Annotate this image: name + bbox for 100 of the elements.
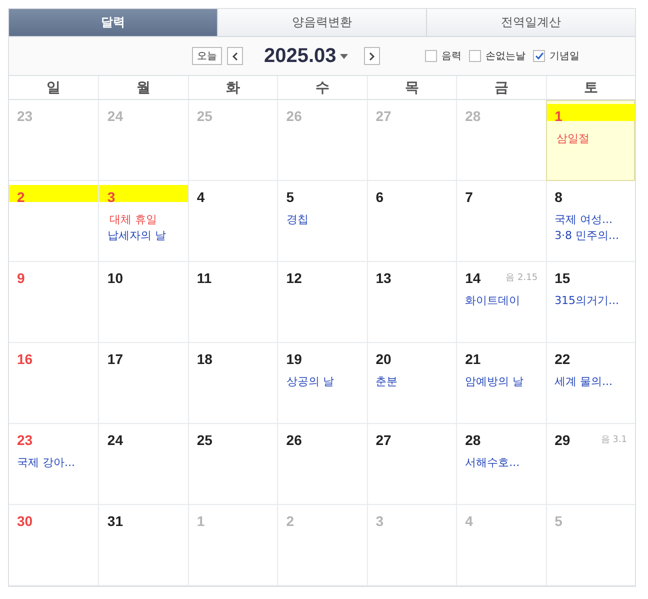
tab[interactable]: 달력 bbox=[9, 9, 217, 37]
event-label[interactable]: 납세자의 날 bbox=[107, 228, 188, 243]
day-number: 3 bbox=[376, 513, 384, 529]
checkbox[interactable] bbox=[469, 50, 482, 62]
day-cell[interactable]: 9 bbox=[9, 262, 98, 343]
option-label: 음력 bbox=[441, 50, 462, 63]
day-number: 4 bbox=[196, 189, 205, 205]
day-number: 23 bbox=[17, 432, 33, 448]
day-cell[interactable]: 18 bbox=[188, 343, 278, 424]
day-cell[interactable]: 20 춘분 bbox=[366, 343, 456, 424]
day-number: 13 bbox=[376, 270, 392, 286]
day-number: 25 bbox=[196, 108, 212, 124]
day-number: 4 bbox=[465, 513, 473, 529]
day-cell[interactable]: 16 bbox=[9, 343, 98, 424]
day-number: 11 bbox=[196, 270, 212, 286]
day-number: 9 bbox=[17, 270, 25, 286]
day-cell[interactable]: 10 bbox=[98, 262, 188, 343]
day-number: 1 bbox=[554, 108, 562, 124]
day-number: 22 bbox=[554, 351, 570, 367]
day-number: 17 bbox=[107, 351, 123, 367]
event-label[interactable]: 315의거기... bbox=[554, 293, 635, 308]
day-cell[interactable]: 7 bbox=[456, 181, 546, 262]
event-label[interactable]: 서해수호... bbox=[465, 455, 546, 470]
day-number: 28 bbox=[465, 432, 481, 448]
day-number: 10 bbox=[107, 270, 123, 286]
day-number: 20 bbox=[376, 351, 392, 367]
day-cell[interactable]: 8 국제 여성... 3·8 민주의... bbox=[546, 181, 635, 262]
day-number: 15 bbox=[554, 270, 570, 286]
event-label[interactable]: 3·8 민주의... bbox=[554, 228, 635, 243]
check-icon bbox=[534, 52, 544, 60]
day-number: 8 bbox=[554, 189, 562, 205]
day-cell[interactable]: 26 bbox=[277, 424, 367, 505]
lunar-date: 음 3.1 bbox=[600, 434, 627, 446]
day-cell[interactable]: 19 상공의 날 bbox=[277, 343, 367, 424]
day-number: 1 bbox=[196, 513, 205, 529]
day-cell[interactable]: 31 bbox=[98, 505, 188, 586]
event-label[interactable]: 삼일절 bbox=[554, 131, 635, 146]
day-number: 16 bbox=[17, 351, 33, 367]
event-label[interactable]: 상공의 날 bbox=[286, 374, 367, 389]
prev-button[interactable] bbox=[227, 47, 243, 65]
day-number: 14 bbox=[465, 270, 481, 286]
day-number: 24 bbox=[107, 108, 123, 124]
day-number: 5 bbox=[554, 513, 562, 529]
tab[interactable]: 양음력변환 bbox=[217, 9, 426, 37]
event-label[interactable]: 세계 물의... bbox=[554, 374, 635, 389]
day-cell[interactable]: 5 경칩 bbox=[277, 181, 367, 262]
caret-icon[interactable] bbox=[340, 54, 348, 58]
today-button[interactable]: 오늘 bbox=[192, 47, 222, 65]
day-cell[interactable]: 29 음 3.1 bbox=[546, 424, 635, 505]
day-cell[interactable]: 14 음 2.15 화이트데이 bbox=[456, 262, 546, 343]
day-number: 30 bbox=[17, 513, 33, 529]
day-cell[interactable]: 27 bbox=[366, 424, 456, 505]
day-number: 23 bbox=[17, 108, 33, 124]
day-number: 7 bbox=[465, 189, 473, 205]
day-number: 6 bbox=[376, 189, 384, 205]
checkbox[interactable] bbox=[425, 50, 438, 62]
day-number: 29 bbox=[554, 432, 570, 448]
day-number: 27 bbox=[376, 432, 392, 448]
chevron-right-icon bbox=[369, 52, 376, 60]
event-label[interactable]: 춘분 bbox=[376, 374, 456, 389]
month-title: 2025.03 bbox=[264, 44, 336, 68]
day-cell[interactable]: 28 서해수호... bbox=[456, 424, 546, 505]
event-label[interactable]: 국제 강아... bbox=[17, 455, 98, 470]
day-number: 2 bbox=[17, 189, 25, 205]
day-cell[interactable]: 30 bbox=[9, 505, 98, 586]
day-number: 3 bbox=[107, 189, 116, 205]
day-number: 5 bbox=[286, 189, 294, 205]
day-cell[interactable]: 23 국제 강아... bbox=[9, 424, 98, 505]
day-cell[interactable]: 24 bbox=[98, 424, 188, 505]
day-cell[interactable]: 4 bbox=[188, 181, 278, 262]
day-number: 26 bbox=[286, 108, 302, 124]
event-label[interactable]: 국제 여성... bbox=[554, 212, 635, 227]
event-label[interactable]: 암예방의 날 bbox=[465, 374, 546, 389]
event-label[interactable]: 화이트데이 bbox=[465, 293, 546, 308]
day-number: 21 bbox=[465, 351, 481, 367]
event-label[interactable]: 경칩 bbox=[286, 212, 367, 227]
lunar-date: 음 2.15 bbox=[506, 272, 538, 284]
day-number: 19 bbox=[286, 351, 302, 367]
day-cell[interactable]: 21 암예방의 날 bbox=[456, 343, 546, 424]
day-cell[interactable]: 13 bbox=[366, 262, 456, 343]
day-cell[interactable]: 15 315의거기... bbox=[546, 262, 635, 343]
day-number: 12 bbox=[286, 270, 302, 286]
day-cell[interactable]: 12 bbox=[277, 262, 367, 343]
checkbox[interactable] bbox=[533, 50, 546, 62]
next-button[interactable] bbox=[364, 47, 380, 65]
option-label: 손없는날 bbox=[485, 50, 526, 63]
tab[interactable]: 전역일계산 bbox=[426, 9, 635, 37]
day-number: 27 bbox=[376, 108, 392, 124]
day-cell[interactable]: 6 bbox=[366, 181, 456, 262]
day-number: 25 bbox=[196, 432, 212, 448]
day-cell[interactable]: 1 삼일절 bbox=[546, 100, 635, 181]
day-cell[interactable]: 11 bbox=[188, 262, 278, 343]
option-label: 기념일 bbox=[549, 50, 580, 63]
day-cell[interactable]: 25 bbox=[188, 424, 278, 505]
event-label[interactable]: 대체 휴일 bbox=[107, 212, 188, 227]
day-cell[interactable]: 3 대체 휴일 납세자의 날 bbox=[98, 181, 188, 262]
day-number: 24 bbox=[107, 432, 123, 448]
day-number: 26 bbox=[286, 432, 302, 448]
day-cell[interactable]: 17 bbox=[98, 343, 188, 424]
day-cell[interactable]: 22 세계 물의... bbox=[546, 343, 635, 424]
